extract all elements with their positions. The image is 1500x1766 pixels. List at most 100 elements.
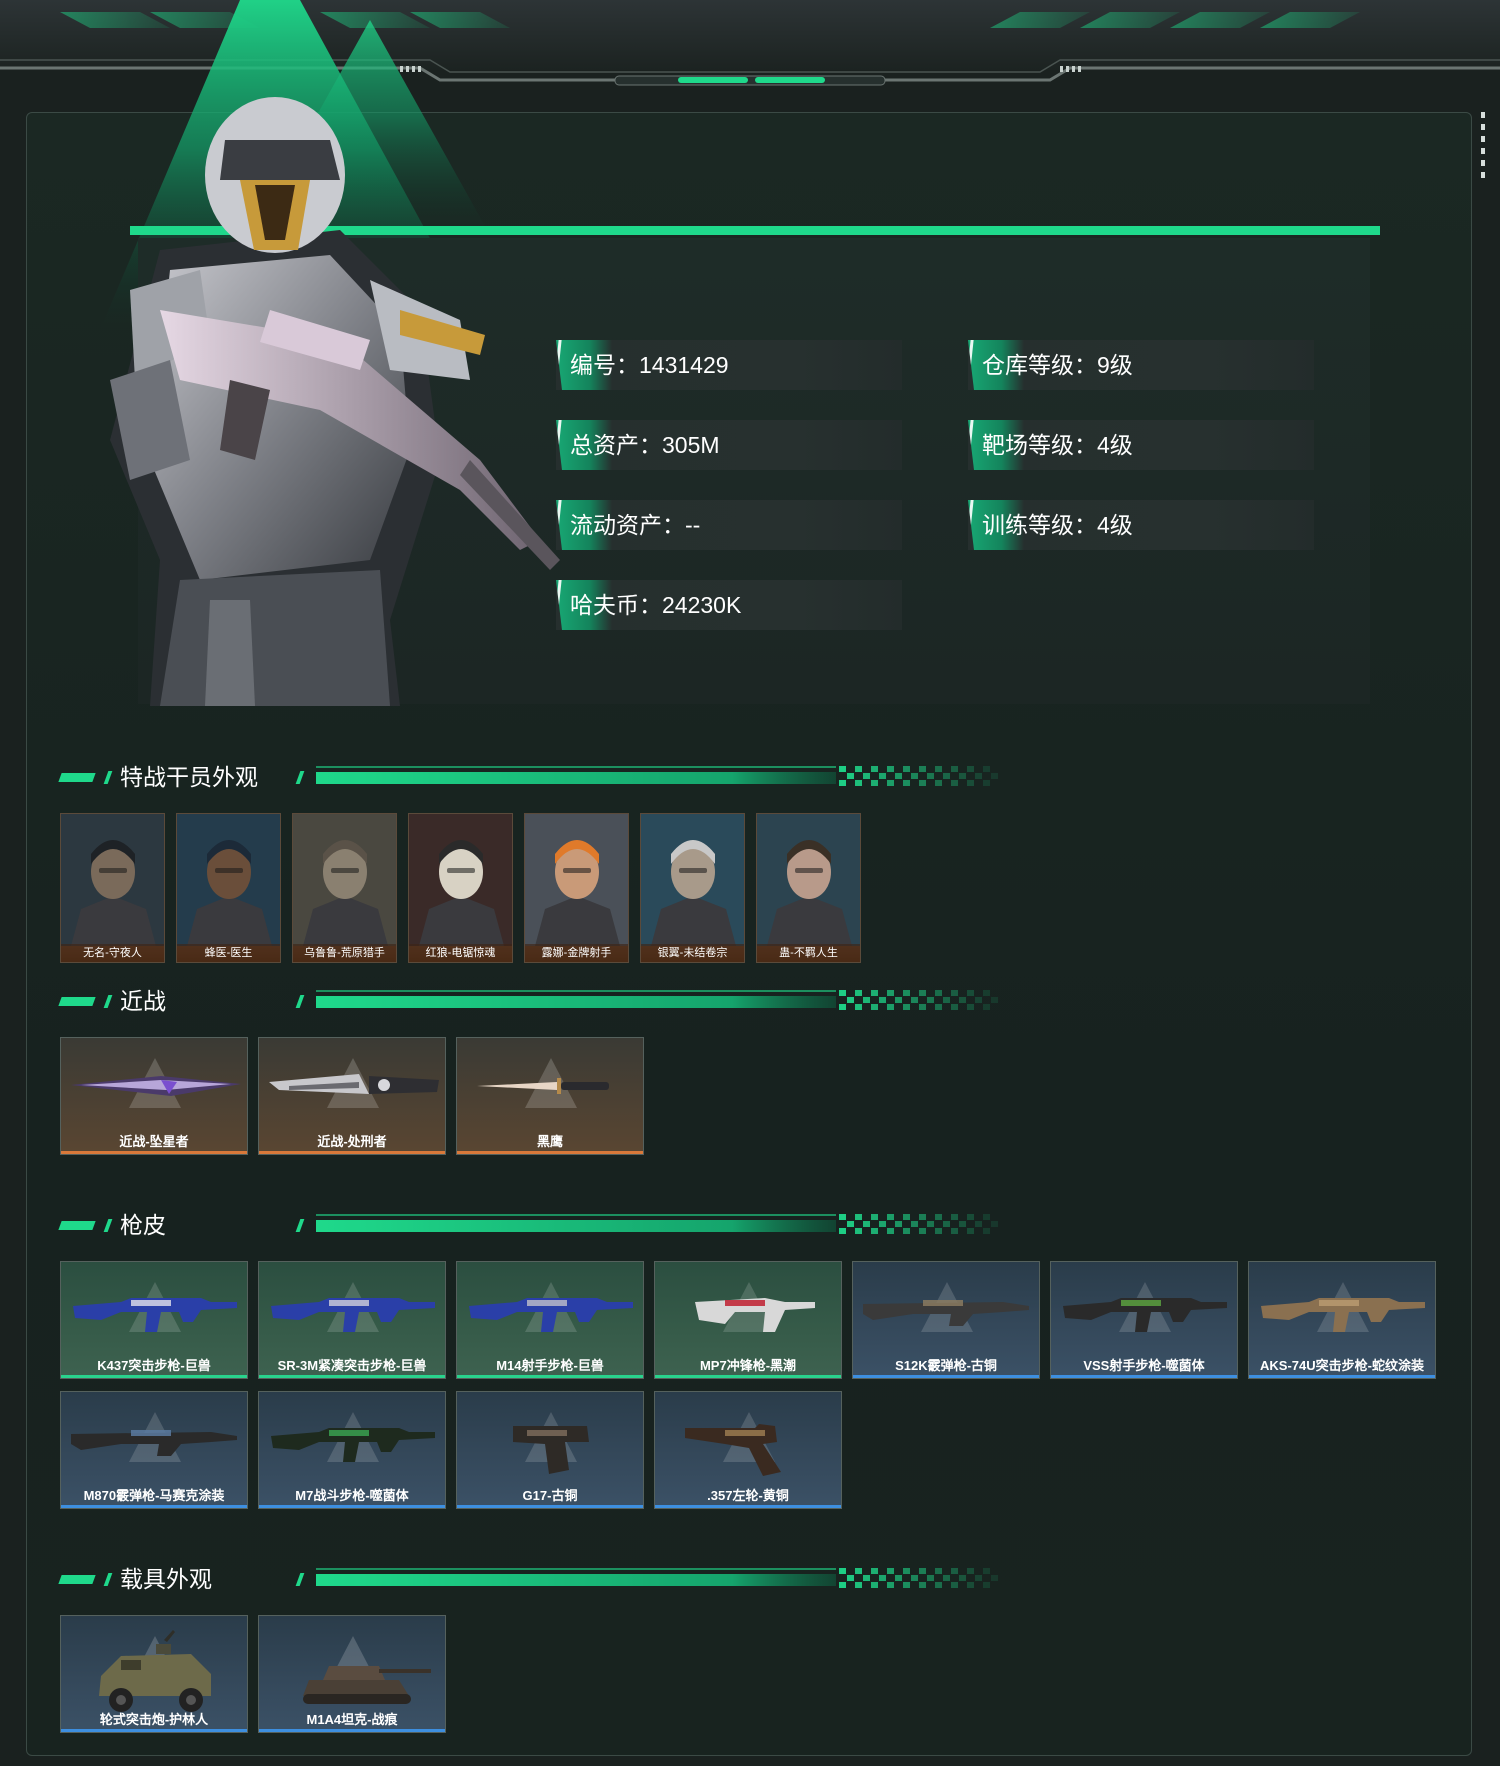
- rarity-bar: [457, 1151, 643, 1154]
- section-title: 特战干员外观: [120, 764, 258, 790]
- header-dash-decoration: [58, 773, 96, 782]
- header-dash-decoration: [58, 997, 96, 1006]
- section-title: 枪皮: [120, 1212, 166, 1238]
- gun-skin-card[interactable]: M870霰弹枪-马赛克涂装: [60, 1391, 248, 1509]
- gun-skin-card[interactable]: M14射手步枪-巨兽: [456, 1261, 644, 1379]
- gun-skin-name: AKS-74U突击步枪-蛇纹涂装: [1260, 1358, 1424, 1373]
- header-dash-decoration: [295, 995, 305, 1008]
- header-dash-decoration: [58, 1221, 96, 1230]
- rarity-bar: [1051, 1375, 1237, 1378]
- operator-portrait-icon: [525, 814, 628, 946]
- stat-hafu-coin: 哈夫币：24230K: [556, 580, 902, 630]
- stat-range-level: 靶场等级：4级: [968, 420, 1314, 470]
- gun-skin-card[interactable]: AKS-74U突击步枪-蛇纹涂装: [1248, 1261, 1436, 1379]
- operator-card[interactable]: 露娜-金牌射手: [524, 813, 629, 963]
- operator-card[interactable]: 蛊-不羁人生: [756, 813, 861, 963]
- operator-portrait-icon: [641, 814, 744, 946]
- operator-name: 银翼-未结卷宗: [641, 944, 744, 962]
- stat-total-assets: 总资产：305M: [556, 420, 902, 470]
- rarity-bar: [853, 1375, 1039, 1378]
- rarity-bar: [259, 1151, 445, 1154]
- gun-skin-card[interactable]: M7战斗步枪-噬菌体: [258, 1391, 446, 1509]
- section-header-vehicles: 载具外观: [58, 1564, 1060, 1594]
- gun-skin-card[interactable]: SR-3M紧凑突击步枪-巨兽: [258, 1261, 446, 1379]
- melee-card[interactable]: 黑鹰: [456, 1037, 644, 1155]
- scroll-dots-decoration: [1481, 112, 1485, 178]
- operator-card[interactable]: 无名-守夜人: [60, 813, 165, 963]
- gun-skin-name: M7战斗步枪-噬菌体: [295, 1488, 409, 1503]
- section-title: 近战: [120, 988, 166, 1014]
- stat-text: 流动资产：--: [570, 512, 701, 538]
- operator-name: 蛊-不羁人生: [757, 944, 860, 962]
- operator-name: 无名-守夜人: [61, 944, 164, 962]
- gun-skin-name: M14射手步枪-巨兽: [496, 1358, 604, 1373]
- header-dash-decoration: [295, 771, 305, 784]
- vehicle-card[interactable]: 轮式突击炮-护林人: [60, 1615, 248, 1733]
- header-line-decoration: [316, 990, 998, 1010]
- vehicle-card[interactable]: M1A4坦克-战痕: [258, 1615, 446, 1733]
- rarity-bar: [1249, 1375, 1435, 1378]
- stat-text: 编号：1431429: [570, 352, 729, 378]
- melee-name: 近战-坠星者: [119, 1134, 189, 1149]
- operator-card[interactable]: 蜂医-医生: [176, 813, 281, 963]
- rarity-bar: [61, 1151, 247, 1154]
- rarity-bar: [457, 1505, 643, 1508]
- gun-skin-card[interactable]: S12K霰弹枪-古铜: [852, 1261, 1040, 1379]
- header-line-decoration: [316, 1568, 998, 1588]
- header-dash-decoration: [103, 1219, 113, 1232]
- rarity-bar: [61, 1375, 247, 1378]
- gun-skin-name: G17-古铜: [522, 1488, 578, 1503]
- header-line-decoration: [316, 1214, 998, 1234]
- gun-skin-card[interactable]: .357左轮-黄铜: [654, 1391, 842, 1509]
- gun-skin-card[interactable]: G17-古铜: [456, 1391, 644, 1509]
- stat-player-id: 编号：1431429: [556, 340, 902, 390]
- section-header-operators: 特战干员外观: [58, 762, 1060, 792]
- melee-name: 黑鹰: [536, 1134, 563, 1149]
- rarity-bar: [457, 1375, 643, 1378]
- stat-training-level: 训练等级：4级: [968, 500, 1314, 550]
- header-line-decoration: [316, 766, 998, 786]
- operator-name: 蜂医-医生: [177, 944, 280, 962]
- operator-card[interactable]: 红狼-电锯惊魂: [408, 813, 513, 963]
- stat-text: 哈夫币：24230K: [570, 592, 742, 618]
- operator-name: 乌鲁鲁-荒原猎手: [293, 944, 396, 962]
- operator-portrait-icon: [177, 814, 280, 946]
- rarity-bar: [61, 1505, 247, 1508]
- rarity-bar: [259, 1505, 445, 1508]
- header-dash-decoration: [103, 995, 113, 1008]
- header-dash-decoration: [58, 1575, 96, 1584]
- stat-text: 仓库等级：9级: [982, 352, 1133, 378]
- gun-skin-name: S12K霰弹枪-古铜: [895, 1358, 997, 1373]
- melee-card[interactable]: 近战-处刑者: [258, 1037, 446, 1155]
- operator-avatar-illustration: [110, 97, 560, 706]
- gun-skin-name: .357左轮-黄铜: [707, 1488, 789, 1503]
- rarity-bar: [61, 1729, 247, 1732]
- gun-skin-card[interactable]: MP7冲锋枪-黑潮: [654, 1261, 842, 1379]
- rarity-bar: [655, 1375, 841, 1378]
- header-dash-decoration: [103, 1573, 113, 1586]
- operator-card[interactable]: 银翼-未结卷宗: [640, 813, 745, 963]
- gun-skin-name: MP7冲锋枪-黑潮: [699, 1358, 797, 1373]
- operator-portrait-icon: [293, 814, 396, 946]
- operator-card[interactable]: 乌鲁鲁-荒原猎手: [292, 813, 397, 963]
- section-header-melee: 近战: [58, 986, 1060, 1016]
- gun-skin-card[interactable]: VSS射手步枪-噬菌体: [1050, 1261, 1238, 1379]
- vehicle-name: 轮式突击炮-护林人: [99, 1712, 209, 1727]
- melee-card[interactable]: 近战-坠星者: [60, 1037, 248, 1155]
- stat-warehouse-level: 仓库等级：9级: [968, 340, 1314, 390]
- gun-skin-name: K437突击步枪-巨兽: [97, 1358, 211, 1373]
- section-title: 载具外观: [120, 1566, 212, 1592]
- stat-text: 总资产：305M: [570, 432, 720, 458]
- rarity-bar: [259, 1729, 445, 1732]
- operator-portrait-icon: [61, 814, 164, 946]
- gun-skin-name: VSS射手步枪-噬菌体: [1083, 1358, 1205, 1373]
- rarity-bar: [259, 1375, 445, 1378]
- stat-text: 靶场等级：4级: [982, 432, 1133, 458]
- gun-skin-name: SR-3M紧凑突击步枪-巨兽: [277, 1358, 427, 1373]
- operator-name: 红狼-电锯惊魂: [409, 944, 512, 962]
- melee-name: 近战-处刑者: [317, 1134, 387, 1149]
- vehicle-name: M1A4坦克-战痕: [306, 1712, 398, 1727]
- operator-name: 露娜-金牌射手: [525, 944, 628, 962]
- operator-portrait-icon: [757, 814, 860, 946]
- gun-skin-card[interactable]: K437突击步枪-巨兽: [60, 1261, 248, 1379]
